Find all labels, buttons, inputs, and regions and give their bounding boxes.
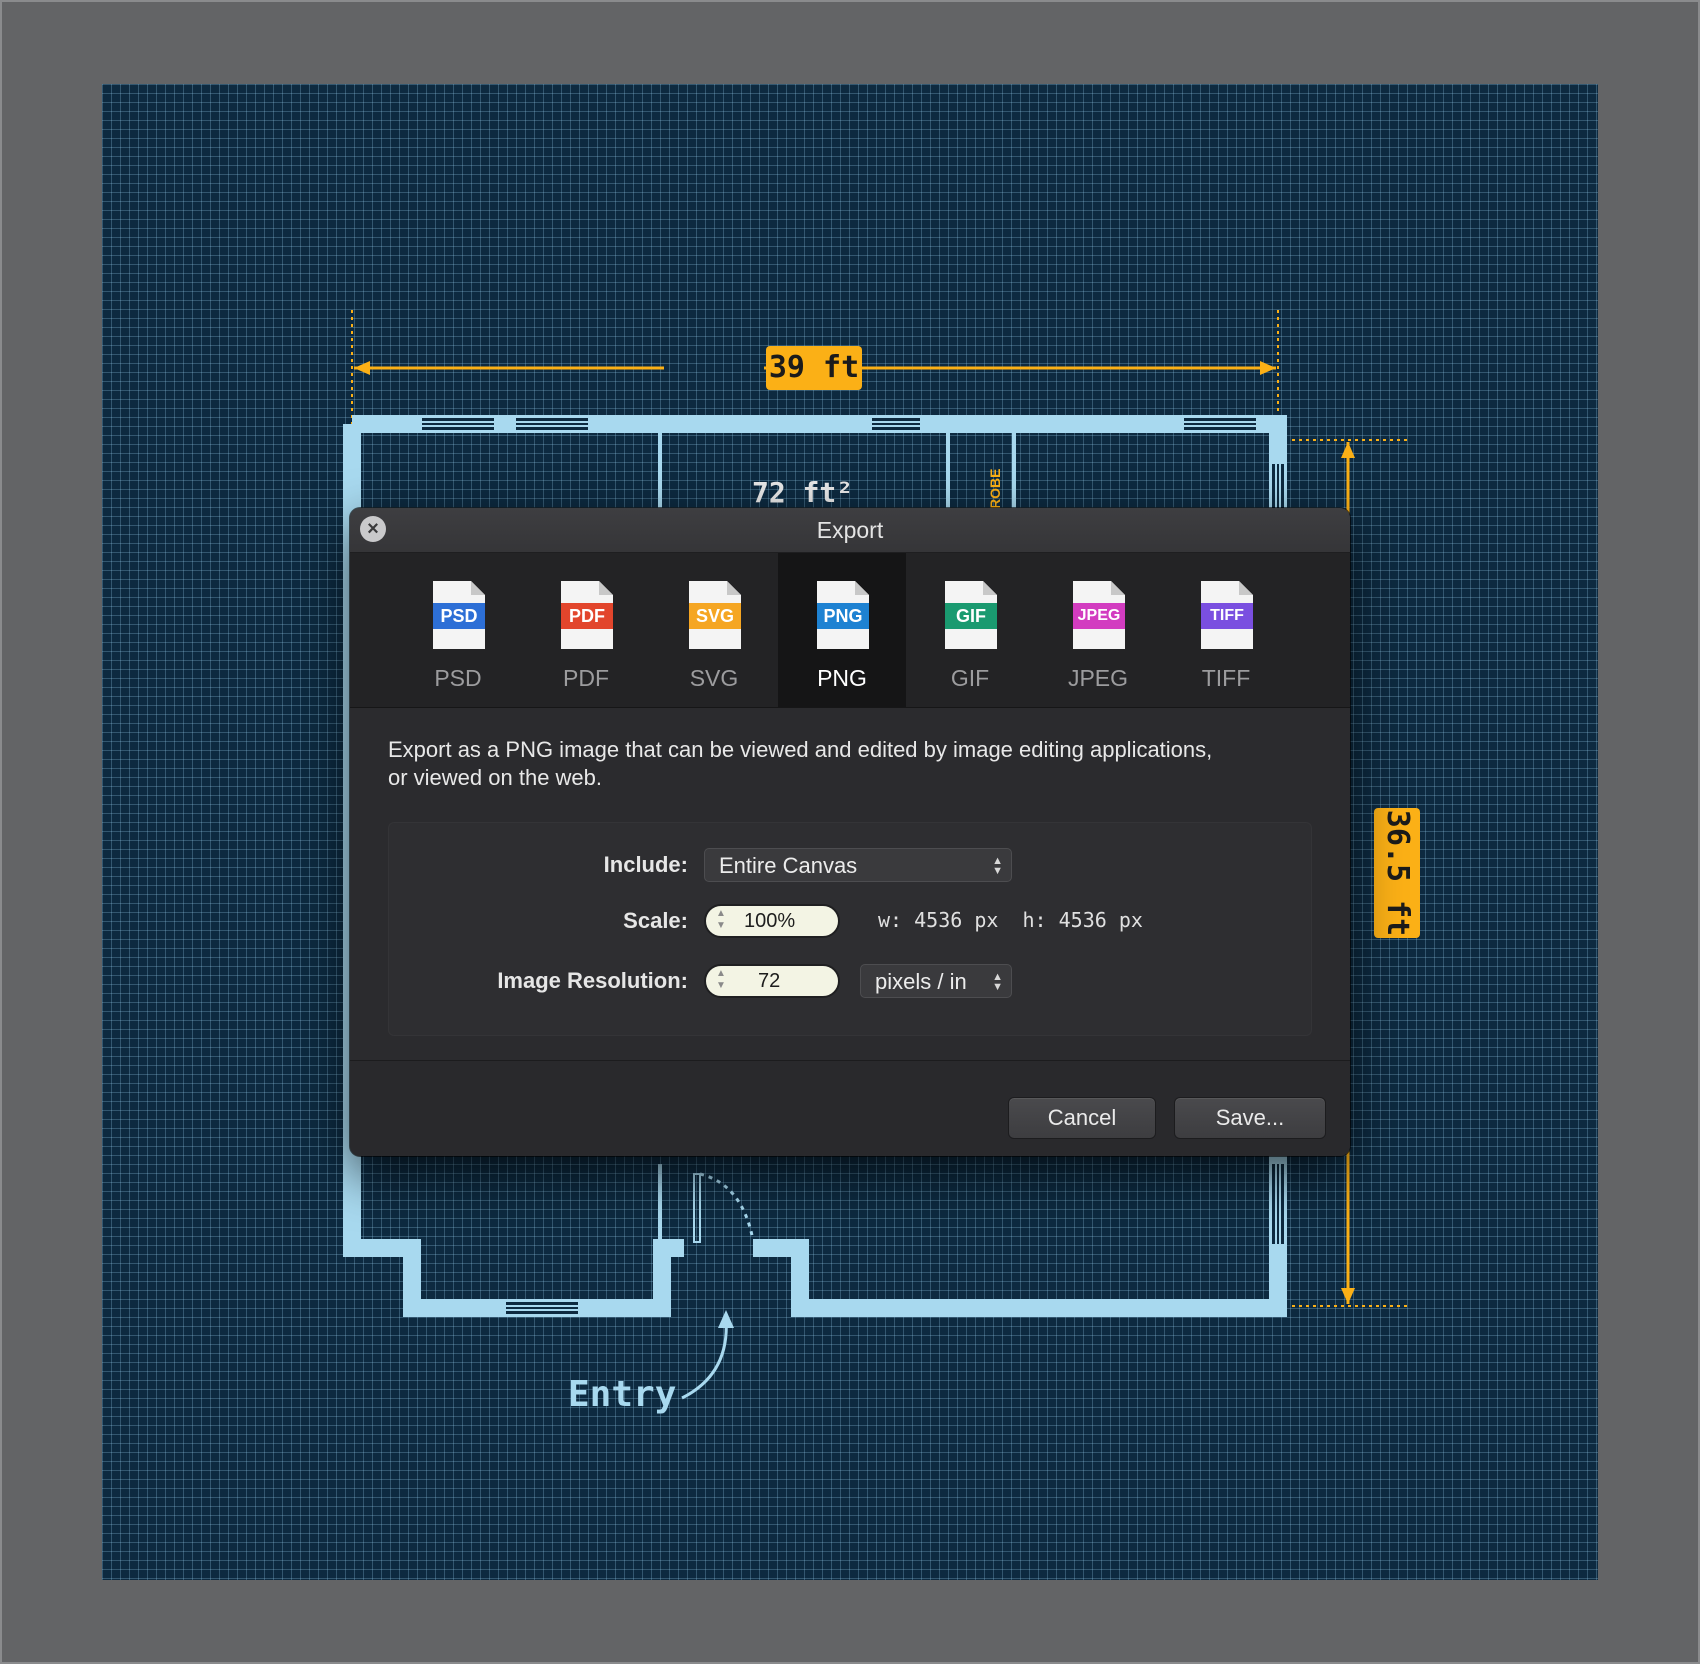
format-option-tiff[interactable]: TIFF TIFF <box>1162 553 1290 707</box>
resolution-unit-popup[interactable]: pixels / in ▲ ▼ <box>860 964 1012 998</box>
format-label: JPEG <box>1067 665 1129 691</box>
include-value: Entire Canvas <box>719 853 858 878</box>
pdf-file-icon: PDF <box>561 581 613 649</box>
file-fold <box>1239 581 1253 595</box>
height-dimension-text: 36.5 ft <box>1380 809 1415 937</box>
dialog-title: Export <box>816 517 884 543</box>
file-fold <box>599 581 613 595</box>
file-badge: JPEG <box>1073 603 1125 629</box>
include-popup[interactable]: Entire Canvas ▲ ▼ <box>704 848 1012 882</box>
jpeg-file-icon: JPEG <box>1073 581 1125 649</box>
width-dimension-label: 39 ft <box>766 346 862 390</box>
robe-label: ROBE <box>987 468 1003 509</box>
file-badge: TIFF <box>1201 603 1253 629</box>
resolution-label: Image Resolution: <box>497 968 688 993</box>
file-fold <box>727 581 741 595</box>
popup-arrows-icon: ▲ ▼ <box>992 855 1003 877</box>
file-fold <box>983 581 997 595</box>
tiff-file-icon: TIFF <box>1201 581 1253 649</box>
description-line-1: Export as a PNG image that can be viewed… <box>388 737 1213 762</box>
file-badge: PSD <box>433 603 485 629</box>
psd-file-icon: PSD <box>433 581 485 649</box>
format-option-png[interactable]: PNG PNG <box>778 553 906 707</box>
file-fold <box>1111 581 1125 595</box>
png-file-icon: PNG <box>817 581 869 649</box>
resolution-stepper[interactable]: ▲ ▼ 72 <box>704 964 840 998</box>
popup-arrows-icon: ▲ ▼ <box>992 971 1003 993</box>
pixel-size-readout: w: 4536 px h: 4536 px <box>878 908 1143 932</box>
format-option-psd[interactable]: PSD PSD <box>394 553 522 707</box>
format-picker: PSD PSD PDF PDF SVG SVG PNG PNG GIF GIF JPEG JPEG TI… <box>350 553 1350 708</box>
format-label: TIFF <box>1201 665 1251 691</box>
svg-file-icon: SVG <box>689 581 741 649</box>
stepper-arrows-icon[interactable]: ▲ ▼ <box>716 908 726 932</box>
format-label: PSD <box>434 665 482 691</box>
resolution-value: 72 <box>758 970 781 992</box>
format-label: SVG <box>689 665 739 691</box>
save-button[interactable]: Save... <box>1174 1097 1326 1139</box>
format-label: PDF <box>563 665 609 691</box>
file-badge: PDF <box>561 603 613 629</box>
resolution-unit-value: pixels / in <box>875 969 967 994</box>
scale-value: 100% <box>744 910 796 932</box>
scale-stepper[interactable]: ▲ ▼ 100% <box>704 904 840 938</box>
file-badge: SVG <box>689 603 741 629</box>
cancel-button[interactable]: Cancel <box>1008 1097 1156 1139</box>
height-dimension-label: 36.5 ft <box>1374 808 1420 938</box>
description-line-2: or viewed on the web. <box>388 765 603 790</box>
file-fold <box>855 581 869 595</box>
gif-file-icon: GIF <box>945 581 997 649</box>
entry-label: Entry <box>568 1374 677 1415</box>
dialog-titlebar: × Export <box>350 508 1350 553</box>
stepper-arrows-icon[interactable]: ▲ ▼ <box>716 968 726 992</box>
dialog-footer: Cancel Save... <box>350 1061 1350 1156</box>
format-option-pdf[interactable]: PDF PDF <box>522 553 650 707</box>
file-badge: PNG <box>817 603 869 629</box>
include-label: Include: <box>603 852 688 877</box>
room-area-label: 72 ft² <box>752 476 854 509</box>
close-icon[interactable]: × <box>360 516 386 542</box>
file-fold <box>471 581 485 595</box>
export-dialog: × Export PSD PSD PDF PDF SVG SVG PNG PNG GIF GIF J… <box>350 508 1350 1156</box>
format-option-jpeg[interactable]: JPEG JPEG <box>1034 553 1162 707</box>
format-label: GIF <box>950 665 990 691</box>
format-label: PNG <box>817 665 867 691</box>
file-badge: GIF <box>945 603 997 629</box>
format-option-svg[interactable]: SVG SVG <box>650 553 778 707</box>
scale-label: Scale: <box>623 908 688 933</box>
export-options: Include: Entire Canvas ▲ ▼ Scale: ▲ ▼ 100%… <box>388 822 1312 1036</box>
format-option-gif[interactable]: GIF GIF <box>906 553 1034 707</box>
format-description: Export as a PNG image that can be viewed… <box>388 736 1328 792</box>
